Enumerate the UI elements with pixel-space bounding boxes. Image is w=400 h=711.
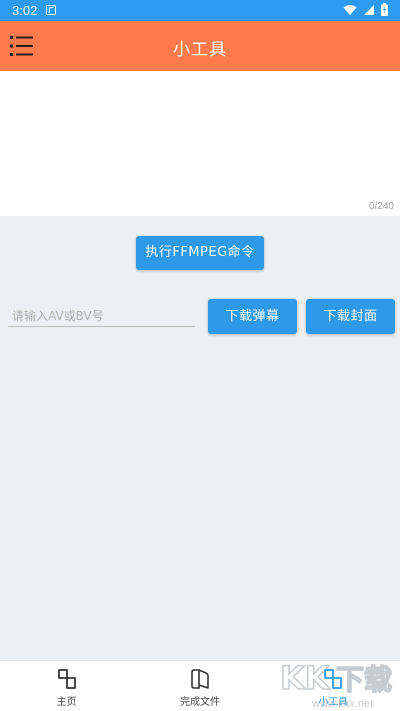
tools-squares-icon: [324, 669, 343, 689]
page-title: 小工具: [173, 40, 227, 60]
book-icon: [191, 669, 209, 689]
execute-ffmpeg-button[interactable]: 执行FFMPEG命令: [136, 236, 264, 270]
character-counter: 0/240: [368, 201, 394, 212]
nav-item-finished-files[interactable]: 完成文件: [133, 661, 266, 711]
battery-icon: [381, 3, 388, 16]
command-input-container: 0/240: [0, 71, 400, 216]
bottom-nav: 主页 完成文件 小工具: [0, 660, 400, 711]
download-cover-button[interactable]: 下载封面: [306, 299, 395, 334]
download-danmu-button[interactable]: 下载弹幕: [208, 299, 297, 334]
app-bar: 小工具: [0, 21, 400, 71]
nav-item-tools[interactable]: 小工具: [267, 661, 400, 711]
nav-item-home[interactable]: 主页: [0, 661, 133, 711]
a-notification-icon: [46, 5, 56, 15]
status-bar: 3:02: [0, 0, 400, 21]
status-time: 3:02: [12, 3, 38, 18]
video-id-input[interactable]: [8, 305, 195, 327]
nav-label-finished-files: 完成文件: [179, 697, 220, 708]
nav-label-home: 主页: [56, 697, 77, 708]
nav-label-tools: 小工具: [318, 697, 349, 708]
home-squares-icon: [57, 669, 76, 689]
command-input[interactable]: [0, 71, 400, 216]
signal-icon: [364, 4, 374, 15]
wifi-icon: [343, 4, 357, 15]
status-icons: [343, 3, 388, 16]
